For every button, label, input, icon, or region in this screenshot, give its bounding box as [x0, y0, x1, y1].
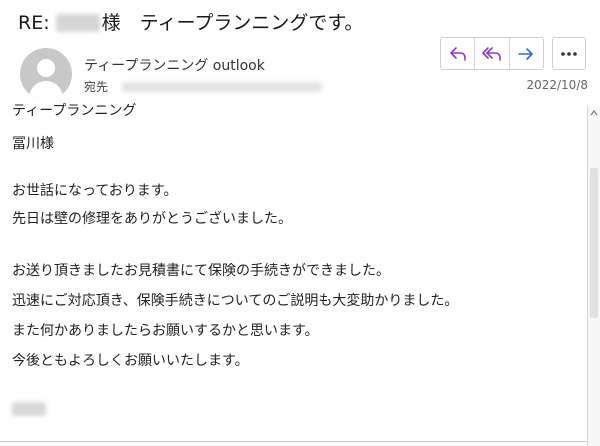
forward-button[interactable]: [510, 38, 543, 69]
redacted-name: [55, 14, 100, 32]
body-line: 今後ともよろしくお願いいたします。: [12, 353, 249, 369]
scrollbar-thumb[interactable]: [590, 168, 598, 318]
reply-button-group: [440, 37, 544, 70]
more-icon: [561, 51, 577, 56]
redacted-recipient: [122, 81, 323, 92]
subject-prefix: RE:: [18, 12, 50, 34]
scroll-up-icon[interactable]: [589, 108, 599, 118]
reply-all-button[interactable]: [475, 38, 510, 69]
reply-button[interactable]: [441, 38, 476, 69]
subject-suffix: 様 ティープランニングです。: [101, 12, 364, 34]
sender-avatar: [20, 48, 72, 100]
recipient-row: 宛先: [84, 78, 323, 95]
body-line: 冨川様: [12, 136, 54, 152]
avatar-person-icon: [37, 59, 55, 77]
email-subject: RE: 様 ティープランニングです。: [18, 10, 363, 36]
body-line: ティープランニング: [12, 103, 137, 119]
body-line: また何かありましたらお願いするかと思います。: [12, 323, 319, 339]
redacted-signature: [12, 402, 46, 416]
forward-icon: [518, 47, 534, 60]
divider: [0, 441, 588, 442]
body-line: 迅速にご対応頂き、保険手続きについてのご説明も大変助かりました。: [12, 293, 459, 309]
reply-icon: [449, 46, 466, 61]
body-line: 先日は壁の修理をありがとうございました。: [12, 211, 292, 227]
sender-name[interactable]: ティープランニング outlook: [84, 55, 265, 75]
more-actions-button[interactable]: [552, 37, 586, 70]
vertical-scrollbar[interactable]: [587, 106, 600, 446]
sent-date: 2022/10/8: [526, 78, 588, 92]
to-label: 宛先: [84, 80, 109, 94]
reply-all-icon: [482, 46, 501, 61]
body-line: お送り頂きましたお見積書にて保険の手続きができました。: [12, 263, 390, 279]
body-line: お世話になっております。: [12, 183, 178, 199]
